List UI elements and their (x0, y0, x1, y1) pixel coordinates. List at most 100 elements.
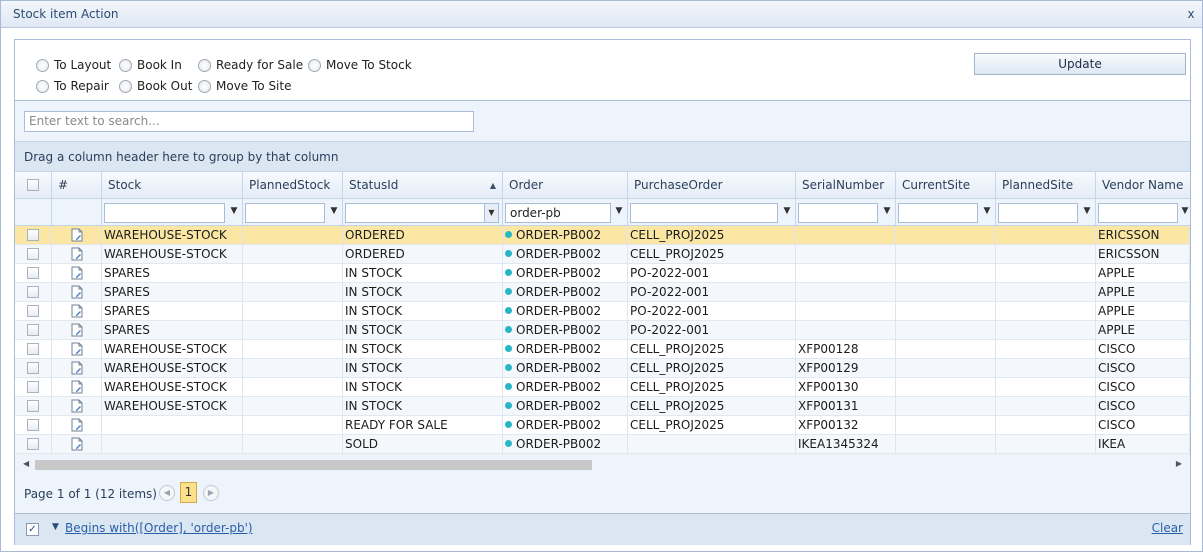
current-site-filter-input[interactable] (898, 203, 978, 223)
header-current-site[interactable]: CurrentSite (896, 172, 996, 199)
filter-icon[interactable]: ▼ (782, 206, 792, 216)
edit-document-icon[interactable] (71, 247, 83, 261)
row-checkbox[interactable] (27, 324, 39, 336)
cell-order: ORDER-PB002 (503, 435, 628, 454)
radio-book-out[interactable]: Book Out (119, 78, 192, 94)
select-all-checkbox[interactable] (27, 179, 39, 191)
filter-icon[interactable]: ▼ (1082, 206, 1092, 216)
planned-stock-filter-input[interactable] (245, 203, 325, 223)
row-checkbox[interactable] (27, 267, 39, 279)
row-checkbox[interactable] (27, 438, 39, 450)
filter-expression-link[interactable]: Begins with([Order], 'order-pb') (65, 521, 253, 535)
scroll-left-icon[interactable]: ◀ (23, 459, 29, 468)
filter-icon[interactable]: ▼ (982, 206, 992, 216)
table-row[interactable]: READY FOR SALE ORDER-PB002 CELL_PROJ2025 XF… (15, 416, 1190, 435)
filter-icon[interactable]: ▼ (329, 206, 339, 216)
status-filter-combo[interactable] (345, 203, 499, 223)
scrollbar-thumb[interactable] (35, 460, 592, 470)
radio-button-icon[interactable] (36, 79, 49, 93)
close-icon[interactable]: x (1182, 4, 1200, 24)
chevron-down-icon[interactable]: ▼ (484, 204, 498, 222)
planned-site-filter-input[interactable] (998, 203, 1078, 223)
header-select-all[interactable] (15, 172, 52, 199)
horizontal-scrollbar[interactable]: ◀ ▶ (15, 456, 1190, 474)
table-row[interactable]: SPARES IN STOCK ORDER-PB002 PO-2022-001 APPL… (15, 283, 1190, 302)
edit-document-icon[interactable] (71, 418, 83, 432)
radio-button-icon[interactable] (119, 58, 132, 72)
table-row[interactable]: WAREHOUSE-STOCK IN STOCK ORDER-PB002 CELL_P… (15, 359, 1190, 378)
radio-button-icon[interactable] (198, 58, 211, 72)
radio-move-to-stock[interactable]: Move To Stock (308, 57, 412, 73)
table-row[interactable]: WAREHOUSE-STOCK ORDERED ORDER-PB002 CELL_PR… (15, 245, 1190, 264)
row-checkbox[interactable] (27, 343, 39, 355)
row-checkbox[interactable] (27, 362, 39, 374)
header-purchase-order[interactable]: PurchaseOrder (628, 172, 796, 199)
search-input[interactable]: Enter text to search... (24, 111, 474, 132)
radio-to-layout[interactable]: To Layout (36, 57, 111, 73)
filter-icon[interactable]: ▼ (614, 206, 624, 216)
scroll-right-icon[interactable]: ▶ (1176, 459, 1182, 468)
row-checkbox[interactable] (27, 248, 39, 260)
edit-document-icon[interactable] (71, 437, 83, 451)
row-checkbox[interactable] (27, 229, 39, 241)
row-command-cell (52, 226, 102, 245)
header-index[interactable]: # (52, 172, 102, 199)
stock-filter-input[interactable] (104, 203, 225, 223)
table-row[interactable]: SPARES IN STOCK ORDER-PB002 PO-2022-001 APPL… (15, 264, 1190, 283)
table-row[interactable]: WAREHOUSE-STOCK ORDERED ORDER-PB002 CELL_PR… (15, 226, 1190, 245)
previous-page-icon[interactable]: ◀ (159, 485, 175, 501)
header-vendor-name[interactable]: Vendor Name (1096, 172, 1190, 199)
table-row[interactable]: WAREHOUSE-STOCK IN STOCK ORDER-PB002 CELL_P… (15, 340, 1190, 359)
row-checkbox[interactable] (27, 381, 39, 393)
filter-icon[interactable]: ▼ (882, 206, 892, 216)
radio-to-repair[interactable]: To Repair (36, 78, 109, 94)
page-number-button[interactable]: 1 (180, 482, 197, 503)
filter-enabled-checkbox[interactable]: ✓ (26, 523, 39, 536)
radio-button-icon[interactable] (36, 58, 49, 72)
row-checkbox[interactable] (27, 400, 39, 412)
edit-document-icon[interactable] (71, 323, 83, 337)
edit-document-icon[interactable] (71, 266, 83, 280)
table-row[interactable]: SOLD ORDER-PB002 IKEA1345324 IKEA (15, 435, 1190, 454)
order-filter-input[interactable]: order-pb (505, 203, 611, 223)
edit-document-icon[interactable] (71, 304, 83, 318)
purchase-order-filter-input[interactable] (630, 203, 778, 223)
serial-number-filter-input[interactable] (798, 203, 878, 223)
edit-document-icon[interactable] (71, 342, 83, 356)
radio-book-in[interactable]: Book In (119, 57, 182, 73)
radio-ready-for-sale[interactable]: Ready for Sale (198, 57, 303, 73)
vendor-name-filter-input[interactable] (1098, 203, 1178, 223)
table-row[interactable]: SPARES IN STOCK ORDER-PB002 PO-2022-001 APPL… (15, 321, 1190, 340)
group-panel[interactable]: Drag a column header here to group by th… (15, 141, 1190, 172)
row-checkbox[interactable] (27, 419, 39, 431)
header-order[interactable]: Order (503, 172, 628, 199)
filter-icon[interactable]: ▼ (1180, 206, 1190, 216)
edit-document-icon[interactable] (71, 228, 83, 242)
filter-icon[interactable]: ▼ (229, 206, 239, 216)
edit-document-icon[interactable] (71, 380, 83, 394)
cell-text: XFP00130 (798, 380, 859, 394)
row-checkbox[interactable] (27, 305, 39, 317)
radio-button-icon[interactable] (198, 79, 211, 93)
radio-button-icon[interactable] (119, 79, 132, 93)
radio-button-icon[interactable] (308, 58, 321, 72)
edit-document-icon[interactable] (71, 399, 83, 413)
header-planned-site[interactable]: PlannedSite (996, 172, 1096, 199)
table-row[interactable]: WAREHOUSE-STOCK IN STOCK ORDER-PB002 CELL_P… (15, 397, 1190, 416)
cell-vendor-name: CISCO (1096, 359, 1190, 378)
header-status-id[interactable]: StatusId ▲ (343, 172, 503, 199)
edit-document-icon[interactable] (71, 361, 83, 375)
header-serial-number[interactable]: SerialNumber (796, 172, 896, 199)
table-row[interactable]: SPARES IN STOCK ORDER-PB002 PO-2022-001 APPL… (15, 302, 1190, 321)
next-page-icon[interactable]: ▶ (203, 485, 219, 501)
header-planned-stock[interactable]: PlannedStock (243, 172, 343, 199)
radio-move-to-site[interactable]: Move To Site (198, 78, 291, 94)
header-stock[interactable]: Stock (102, 172, 243, 199)
row-checkbox[interactable] (27, 286, 39, 298)
update-button[interactable]: Update (974, 53, 1186, 75)
cell-text: IN STOCK (345, 399, 402, 413)
cell-planned-site (996, 340, 1096, 359)
table-row[interactable]: WAREHOUSE-STOCK IN STOCK ORDER-PB002 CELL_P… (15, 378, 1190, 397)
clear-filter-link[interactable]: Clear (1152, 521, 1183, 535)
edit-document-icon[interactable] (71, 285, 83, 299)
